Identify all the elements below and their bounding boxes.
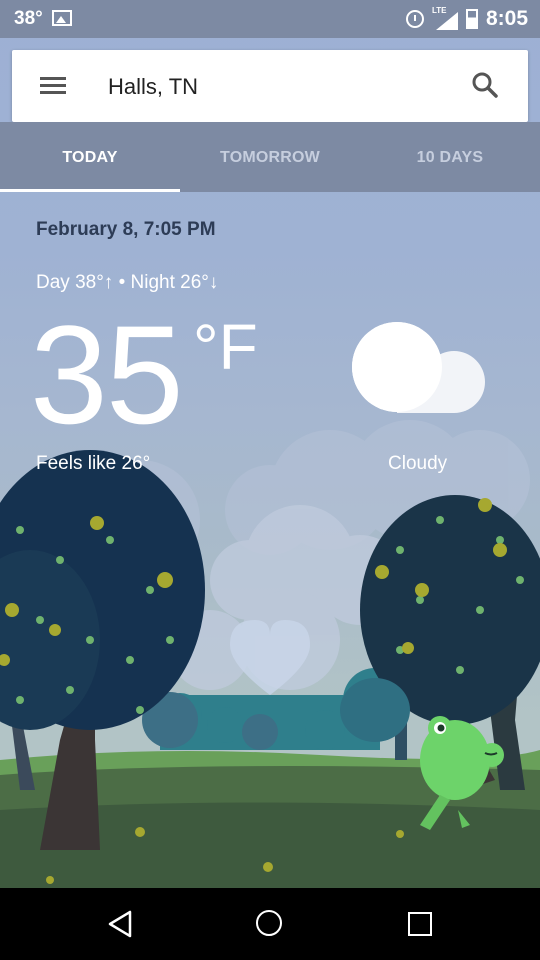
temperature-unit[interactable]: °F [193, 312, 258, 382]
active-tab-indicator [0, 189, 180, 192]
battery-charging-icon [465, 9, 478, 29]
tab-today[interactable]: TODAY [0, 149, 180, 167]
weather-condition: Cloudy [388, 453, 448, 474]
status-time: 8:05 [485, 7, 528, 30]
tab-tomorrow[interactable]: TOMORROW [180, 149, 360, 167]
back-icon[interactable] [106, 909, 134, 939]
tab-10-days[interactable]: 10 DAYS [360, 149, 540, 167]
location-search-bar[interactable]: Halls, TN [12, 50, 528, 122]
feels-like-temperature: Feels like 26° [36, 453, 151, 474]
current-date-time: February 8, 7:05 PM [36, 219, 216, 240]
weather-illustration [0, 420, 540, 888]
menu-icon[interactable] [40, 77, 66, 95]
recents-icon[interactable] [408, 912, 432, 936]
weather-screen: 38° LTE 8:05 Halls, TN TODAY TOMORROW 10… [0, 0, 540, 960]
forecast-tabs: TODAY TOMORROW 10 DAYS [0, 122, 540, 192]
lte-signal-icon: LTE [432, 6, 458, 30]
home-icon[interactable] [256, 910, 282, 936]
image-icon [52, 10, 72, 26]
location-text[interactable]: Halls, TN [108, 74, 198, 100]
status-icons: LTE 8:05 [405, 6, 528, 31]
alarm-icon [405, 10, 424, 28]
search-icon[interactable] [472, 72, 498, 98]
current-temperature: 35 [30, 296, 184, 453]
cloud-icon [352, 322, 485, 413]
day-night-high-low: Day 38°↑ • Night 26°↓ [36, 272, 219, 293]
status-bar: 38° LTE 8:05 [0, 0, 540, 38]
status-temperature: 38° [14, 8, 43, 29]
